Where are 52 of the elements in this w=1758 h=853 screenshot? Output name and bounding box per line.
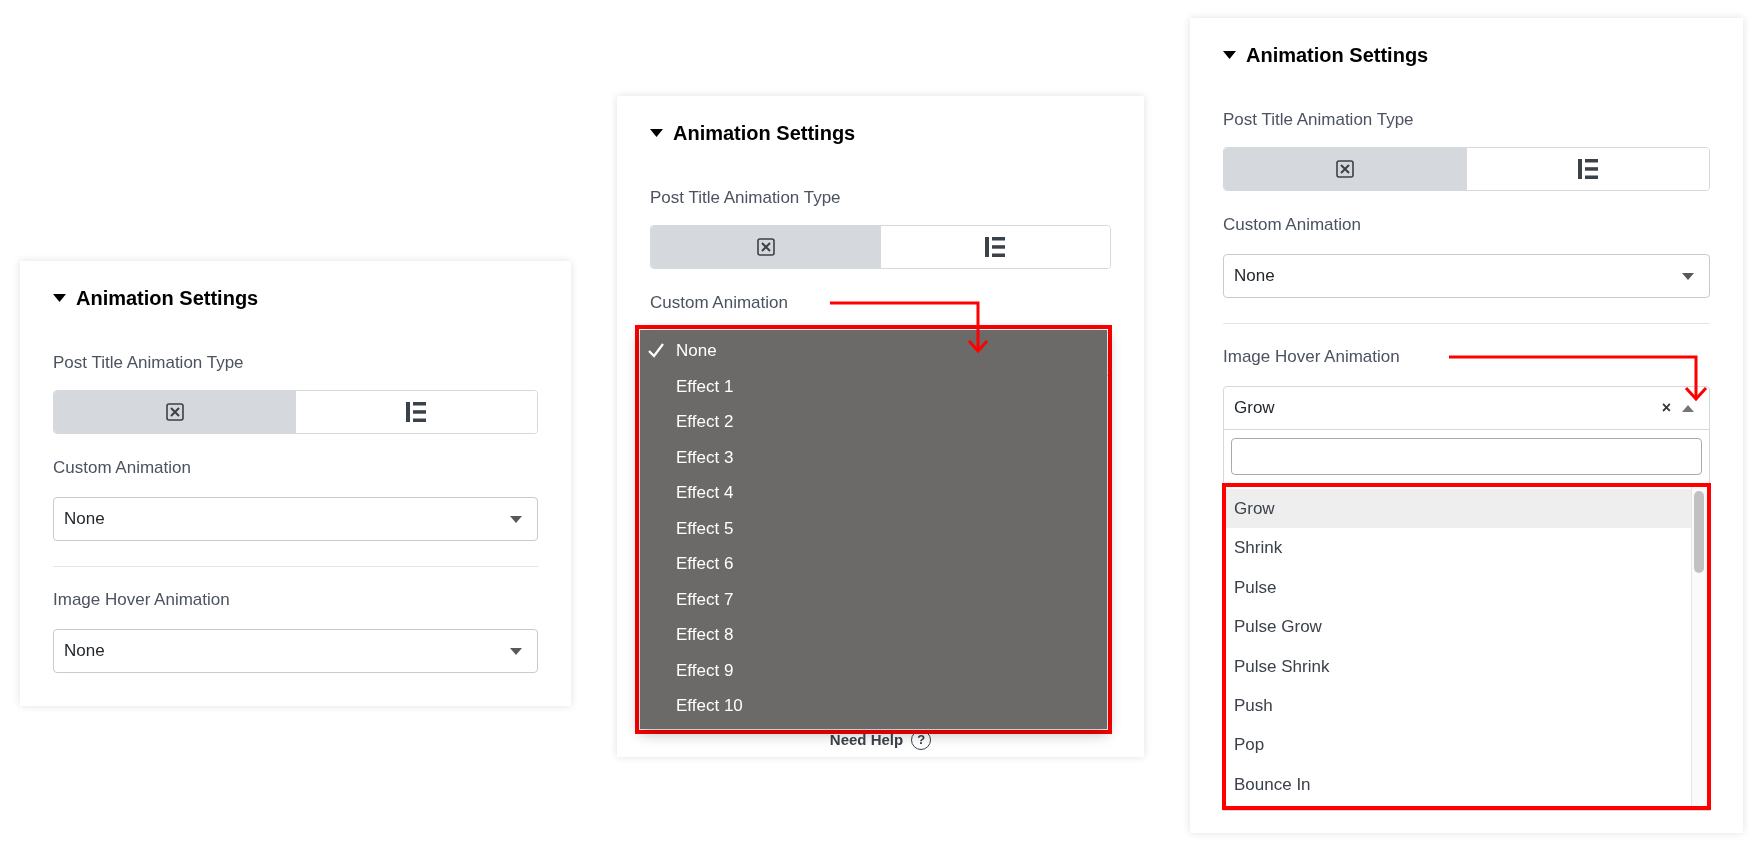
list-lines-icon — [1577, 159, 1598, 179]
scrollbar-thumb[interactable] — [1694, 491, 1704, 573]
menu-option[interactable]: Effect 4 — [640, 475, 1107, 511]
select-field[interactable]: None — [1223, 254, 1710, 298]
menu-option[interactable]: Effect 5 — [640, 510, 1107, 546]
toggle-option[interactable] — [1224, 148, 1467, 190]
menu-option[interactable]: Push — [1226, 685, 1691, 726]
select-field[interactable]: None — [53, 629, 538, 673]
field-label: Post Title Animation Type — [1223, 109, 1415, 131]
menu-option[interactable]: Pulse — [1226, 567, 1691, 608]
select-field[interactable]: None — [53, 497, 538, 541]
menu-option[interactable]: Effect 8 — [640, 617, 1107, 653]
field-label: Custom Animation — [650, 292, 789, 314]
crossed-square-icon — [1336, 160, 1355, 178]
search-field[interactable] — [1231, 438, 1702, 475]
field-label: Custom Animation — [53, 457, 192, 479]
list-lines-icon — [406, 402, 427, 422]
menu-option[interactable]: Effect 2 — [640, 404, 1107, 440]
section-header[interactable]: Animation Settings — [53, 285, 538, 311]
caret-down-icon — [509, 514, 523, 524]
field-label: Post Title Animation Type — [53, 352, 245, 374]
menu-option[interactable]: Shrink — [1226, 528, 1691, 568]
caret-down-icon — [1681, 271, 1695, 281]
caret-up-icon — [1681, 403, 1695, 413]
menu-option[interactable]: Pulse Shrink — [1226, 646, 1691, 686]
section-header[interactable]: Animation Settings — [650, 120, 1111, 146]
section-header[interactable]: Animation Settings — [1223, 42, 1710, 68]
menu-option[interactable]: Effect 1 — [640, 368, 1107, 404]
field-label: Post Title Animation Type — [650, 187, 842, 209]
field-label: Image Hover Animation — [53, 589, 231, 611]
segmented-control[interactable] — [650, 225, 1111, 269]
toggle-option[interactable] — [651, 226, 881, 268]
crossed-square-icon — [756, 238, 775, 256]
list-lines-icon — [985, 237, 1006, 257]
menu-option[interactable]: Effect 9 — [640, 652, 1107, 688]
menu-option[interactable]: Effect 7 — [640, 581, 1107, 617]
caret-down-icon — [509, 646, 523, 656]
scrollbar[interactable] — [1691, 487, 1707, 806]
menu-option[interactable]: Grow — [1226, 489, 1691, 529]
field-label: Image Hover Animation — [1223, 346, 1401, 368]
menu-option[interactable]: Pop — [1226, 725, 1691, 765]
menu-option[interactable]: Effect 10 — [640, 688, 1107, 724]
menu-option[interactable]: Bounce In — [1226, 764, 1691, 805]
select-field[interactable]: Grow × — [1223, 386, 1710, 430]
menu-option[interactable]: Effect 3 — [640, 439, 1107, 475]
toggle-option[interactable] — [54, 391, 296, 433]
menu-option[interactable]: Effect 6 — [640, 546, 1107, 582]
menu-option[interactable]: None — [640, 333, 1107, 369]
clear-icon[interactable]: × — [1661, 396, 1671, 420]
menu-option[interactable]: Pulse Grow — [1226, 607, 1691, 647]
field-label: Custom Animation — [1223, 214, 1362, 236]
crossed-square-icon — [165, 403, 184, 421]
